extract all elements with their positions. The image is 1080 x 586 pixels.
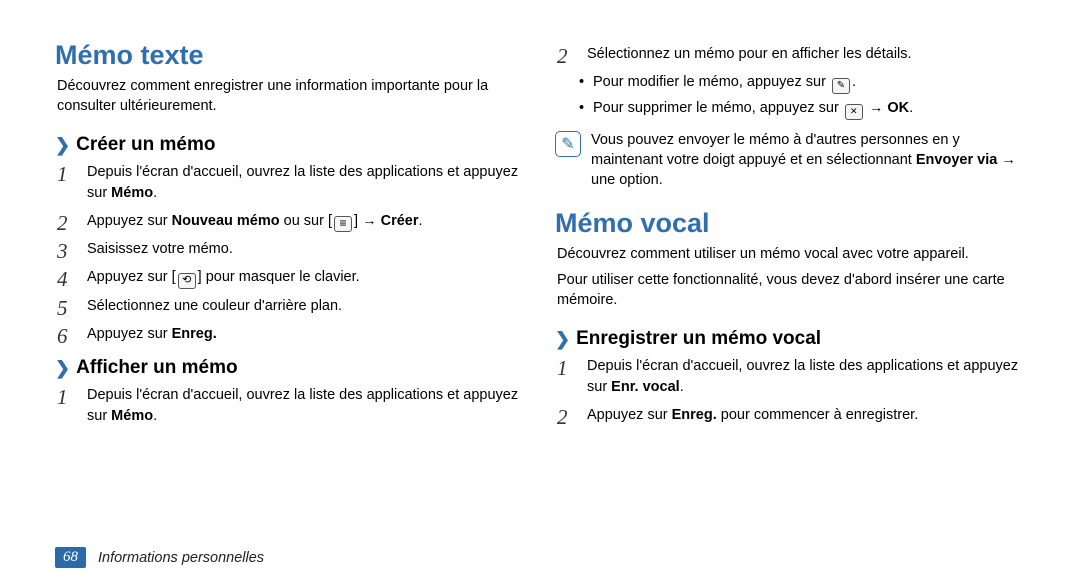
subheading-afficher: ❯ Afficher un mémo	[55, 357, 525, 379]
step-5-text: Sélectionnez une couleur d'arrière plan.	[87, 298, 342, 314]
voc-1-b: Enr. vocal	[611, 379, 680, 395]
note-a: Vous pouvez envoyer le mémo à d'autres p…	[591, 132, 960, 168]
step-3: 3 Saisissez votre mémo.	[83, 239, 525, 260]
subheading-afficher-label: Afficher un mémo	[76, 357, 238, 379]
right-column: 2 Sélectionnez un mémo pour en afficher …	[555, 40, 1025, 434]
note-text: Vous pouvez envoyer le mémo à d'autres p…	[591, 130, 1025, 191]
intro-vocal-1: Découvrez comment utiliser un mémo vocal…	[555, 245, 1025, 265]
step-2-a: Appuyez sur	[87, 213, 172, 229]
step-6: 6 Appuyez sur Enreg.	[83, 324, 525, 345]
bullet-modify-text: Pour modifier le mémo, appuyez sur	[593, 74, 830, 90]
aff-step-1: 1 Depuis l'écran d'accueil, ouvrez la li…	[83, 385, 525, 427]
back-icon	[178, 273, 196, 289]
step-1: 1 Depuis l'écran d'accueil, ouvrez la li…	[83, 162, 525, 204]
steps-creer: 1 Depuis l'écran d'accueil, ouvrez la li…	[55, 162, 525, 345]
aff-2-text: Sélectionnez un mémo pour en afficher le…	[587, 46, 912, 62]
subheading-enregistrer-label: Enregistrer un mémo vocal	[576, 328, 821, 350]
voc-step-1: 1 Depuis l'écran d'accueil, ouvrez la li…	[583, 356, 1025, 398]
voc-2-b: Enreg.	[672, 407, 717, 423]
steps-afficher-cont: 2 Sélectionnez un mémo pour en afficher …	[555, 44, 1025, 65]
step-4-a: Appuyez sur [	[87, 269, 176, 285]
step-2-b1: Nouveau mémo	[172, 213, 280, 229]
chevron-icon: ❯	[55, 358, 70, 379]
voc-step-2: 2 Appuyez sur Enreg. pour commencer à en…	[583, 405, 1025, 426]
intro-memo-texte: Découvrez comment enregistrer une inform…	[55, 77, 525, 116]
step-2-dot: .	[419, 213, 423, 229]
step-4: 4 Appuyez sur [] pour masquer le clavier…	[83, 267, 525, 289]
bullet-delete-dot: .	[909, 100, 913, 116]
aff-1-b: Mémo	[111, 408, 153, 424]
left-column: Mémo texte Découvrez comment enregistrer…	[55, 40, 525, 434]
voc-2-c: pour commencer à enregistrer.	[717, 407, 918, 423]
voc-2-a: Appuyez sur	[587, 407, 672, 423]
step-6-b: Enreg.	[172, 326, 217, 342]
subheading-creer: ❯ Créer un mémo	[55, 134, 525, 156]
aff-step-2: 2 Sélectionnez un mémo pour en afficher …	[583, 44, 1025, 65]
step-2-mid: ou sur [	[280, 213, 332, 229]
step-3-text: Saisissez votre mémo.	[87, 241, 233, 257]
note-b: Envoyer via	[916, 152, 997, 168]
note-block: ✎ Vous pouvez envoyer le mémo à d'autres…	[555, 130, 1025, 191]
step-2-b2: Créer	[381, 213, 419, 229]
steps-afficher: 1 Depuis l'écran d'accueil, ouvrez la li…	[55, 385, 525, 427]
heading-memo-texte: Mémo texte	[55, 40, 525, 71]
bullet-delete-a: Pour supprimer le mémo, appuyez sur	[593, 100, 843, 116]
voc-1-dot: .	[680, 379, 684, 395]
footer-section-label: Informations personnelles	[98, 550, 264, 566]
subheading-creer-label: Créer un mémo	[76, 134, 215, 156]
manual-page: Mémo texte Découvrez comment enregistrer…	[0, 0, 1080, 434]
chevron-icon: ❯	[555, 329, 570, 350]
page-number: 68	[55, 547, 86, 568]
steps-vocal: 1 Depuis l'écran d'accueil, ouvrez la li…	[555, 356, 1025, 426]
bullet-delete: Pour supprimer le mémo, appuyez sur → OK…	[583, 98, 1025, 120]
subheading-enregistrer: ❯ Enregistrer un mémo vocal	[555, 328, 1025, 350]
bullet-delete-mid: →	[865, 100, 888, 116]
afficher-bullets: Pour modifier le mémo, appuyez sur . Pou…	[555, 72, 1025, 120]
page-footer: 68 Informations personnelles	[55, 547, 264, 568]
chevron-icon: ❯	[55, 135, 70, 156]
step-2: 2 Appuyez sur Nouveau mémo ou sur [] → C…	[83, 211, 525, 232]
step-1-dot: .	[153, 185, 157, 201]
step-1-bold: Mémo	[111, 185, 153, 201]
step-2-mid2: ] →	[354, 213, 381, 229]
intro-vocal-2: Pour utiliser cette fonctionnalité, vous…	[555, 271, 1025, 310]
bullet-delete-b: OK	[887, 100, 909, 116]
step-4-b: ] pour masquer le clavier.	[198, 269, 360, 285]
heading-memo-vocal: Mémo vocal	[555, 208, 1025, 239]
step-6-a: Appuyez sur	[87, 326, 172, 342]
bullet-modify-dot: .	[852, 74, 856, 90]
menu-icon	[334, 216, 352, 232]
bullet-modify: Pour modifier le mémo, appuyez sur .	[583, 72, 1025, 94]
edit-icon	[832, 78, 850, 94]
aff-1-dot: .	[153, 408, 157, 424]
note-icon: ✎	[555, 131, 581, 157]
delete-icon	[845, 104, 863, 120]
step-5: 5 Sélectionnez une couleur d'arrière pla…	[83, 296, 525, 317]
